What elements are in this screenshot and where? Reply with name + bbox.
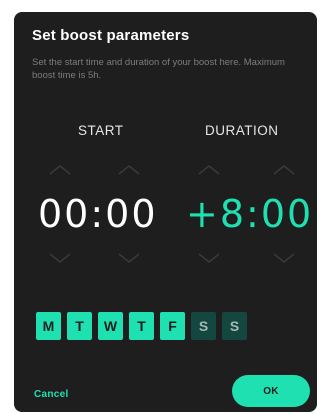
boost-dialog: Set boost parameters Set the start time … (14, 12, 317, 412)
duration-hours-up-icon[interactable] (197, 164, 221, 176)
day-toggle[interactable]: S (222, 312, 247, 340)
duration-time-value[interactable]: +8:00 (186, 192, 313, 236)
start-minutes-up-icon[interactable] (117, 164, 141, 176)
day-toggle[interactable]: M (36, 312, 61, 340)
duration-hours-down-icon[interactable] (197, 252, 221, 264)
ok-button[interactable]: OK (232, 375, 310, 407)
cancel-button[interactable]: Cancel (34, 389, 69, 400)
start-label: START (78, 123, 124, 138)
start-hours-down-icon[interactable] (48, 252, 72, 264)
day-toggle[interactable]: T (67, 312, 92, 340)
duration-minutes-up-icon[interactable] (272, 164, 296, 176)
duration-label: DURATION (205, 123, 279, 138)
start-minutes-down-icon[interactable] (117, 252, 141, 264)
dialog-title: Set boost parameters (32, 27, 190, 44)
dialog-description: Set the start time and duration of your … (32, 57, 285, 81)
start-time-value[interactable]: 00:00 (38, 192, 158, 236)
start-hours-up-icon[interactable] (48, 164, 72, 176)
weekday-selector: MTWTFSS (36, 312, 247, 340)
day-toggle[interactable]: T (129, 312, 154, 340)
day-toggle[interactable]: S (191, 312, 216, 340)
duration-minutes-down-icon[interactable] (272, 252, 296, 264)
day-toggle[interactable]: W (98, 312, 123, 340)
day-toggle[interactable]: F (160, 312, 185, 340)
